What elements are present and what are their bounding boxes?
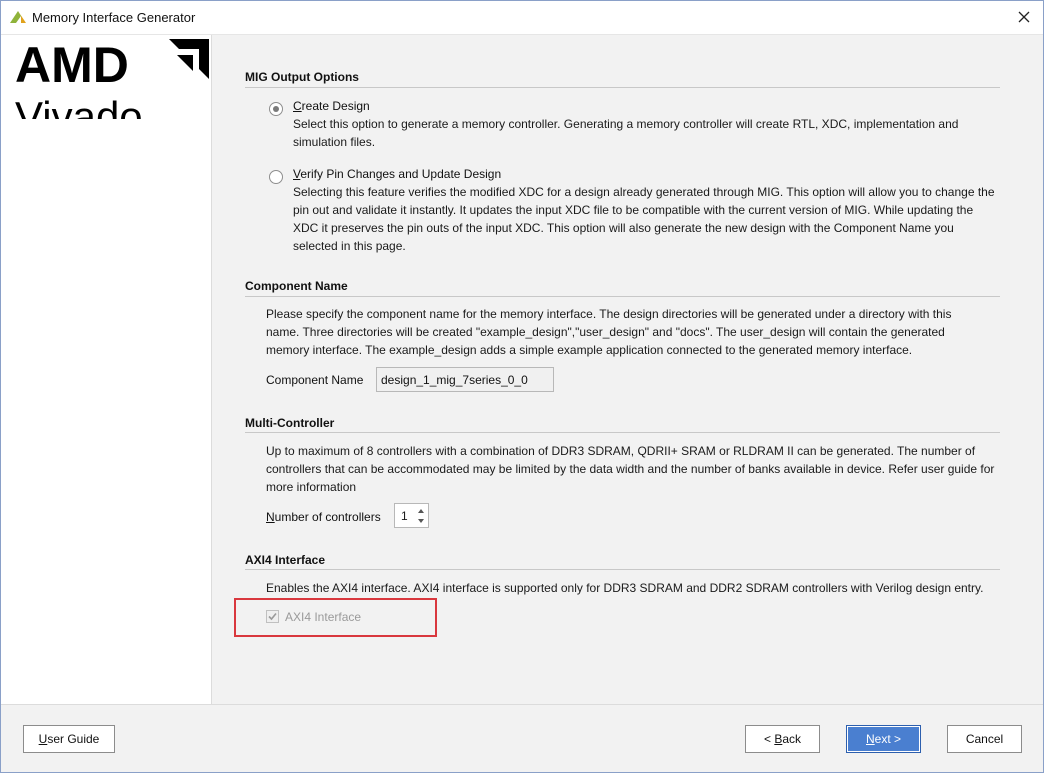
cancel-button[interactable]: Cancel — [947, 725, 1022, 753]
section-divider — [245, 87, 1000, 88]
mig-output-options-title: MIG Output Options — [245, 70, 359, 84]
multi-controller-description: Up to maximum of 8 controllers with a co… — [266, 444, 995, 494]
sidebar: AMD Vivado — [1, 35, 212, 704]
window-title: Memory Interface Generator — [32, 10, 196, 25]
number-of-controllers-value: 1 — [401, 509, 408, 523]
close-icon — [1018, 11, 1030, 23]
axi4-interface-description: Enables the AXI4 interface. AXI4 interfa… — [266, 581, 984, 595]
spinner-down-icon[interactable] — [416, 516, 426, 526]
section-divider — [245, 432, 1000, 433]
user-guide-mnemonic: U — [38, 732, 48, 746]
title-bar: Memory Interface Generator — [1, 1, 1043, 35]
axi4-interface-title: AXI4 Interface — [245, 553, 326, 567]
user-guide-button[interactable]: User Guide — [23, 725, 115, 753]
verify-pin-radio[interactable] — [269, 170, 283, 184]
amd-vivado-logo: AMD Vivado — [15, 37, 209, 119]
next-mnemonic: N — [865, 732, 875, 746]
brand-logo-text: AMD — [15, 37, 129, 93]
product-logo-text: Vivado — [15, 93, 143, 119]
main-panel: MIG Output Options Create Design Select … — [212, 35, 1043, 704]
create-design-label[interactable]: Create Design — [293, 99, 370, 113]
annotation-highlight-box — [234, 598, 437, 637]
user-guide-label: ser Guide — [47, 732, 100, 746]
component-name-description: Please specify the component name for th… — [266, 307, 952, 357]
back-button[interactable]: < Back — [745, 725, 820, 753]
verify-pin-label[interactable]: Verify Pin Changes and Update Design — [293, 167, 501, 181]
verify-pin-description: Selecting this feature verifies the modi… — [293, 185, 995, 253]
component-name-title: Component Name — [245, 279, 348, 293]
create-design-description: Select this option to generate a memory … — [293, 117, 959, 149]
amd-arrow-icon — [169, 39, 209, 79]
section-divider — [245, 569, 1000, 570]
number-of-controllers-spinner[interactable]: 1 — [394, 503, 429, 528]
number-of-controllers-mnemonic: N — [266, 510, 275, 524]
back-mnemonic: B — [774, 732, 783, 746]
multi-controller-title: Multi-Controller — [245, 416, 335, 430]
next-label: ext > — [874, 732, 902, 746]
vivado-logo-icon — [10, 11, 26, 23]
component-name-label: Component Name — [266, 373, 364, 387]
next-button[interactable]: Next > — [846, 725, 921, 753]
section-divider — [245, 296, 1000, 297]
back-prefix: < — [763, 732, 775, 746]
create-design-label-text: reate Design — [301, 99, 370, 113]
number-of-controllers-label: Number of controllers — [266, 510, 381, 524]
create-design-mnemonic: C — [293, 99, 302, 113]
verify-pin-label-text: erify Pin Changes and Update Design — [300, 167, 502, 181]
back-label: ack — [782, 732, 802, 746]
mig-dialog-window: Memory Interface Generator AMD Vivado MI… — [0, 0, 1044, 773]
number-of-controllers-label-text: umber of controllers — [274, 510, 381, 524]
component-name-input[interactable] — [376, 367, 554, 392]
spinner-up-icon[interactable] — [416, 506, 426, 516]
dialog-footer: User Guide < Back Next > Cancel — [1, 704, 1043, 772]
close-button[interactable] — [1011, 5, 1037, 29]
create-design-radio[interactable] — [269, 102, 283, 116]
